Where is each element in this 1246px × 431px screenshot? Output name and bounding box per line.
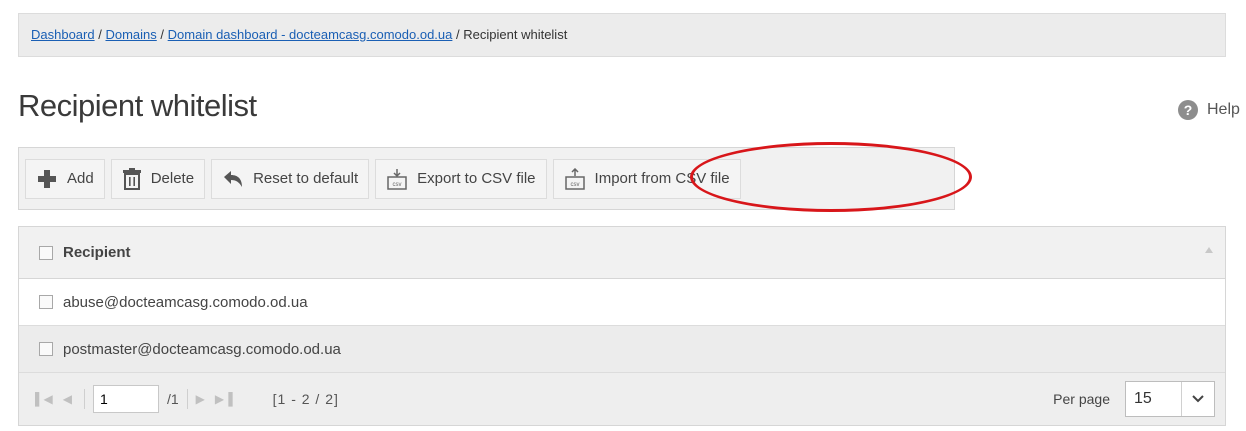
first-page-icon[interactable]: ▌◀ — [35, 392, 53, 406]
divider — [83, 389, 85, 409]
recipient-table: Recipient abuse@docteamcasg.comodo.od.ua… — [18, 226, 1226, 426]
undo-icon — [222, 169, 244, 189]
reset-label: Reset to default — [253, 170, 359, 187]
delete-label: Delete — [150, 170, 195, 187]
table-header: Recipient — [19, 227, 1225, 279]
sort-arrow-icon[interactable] — [1205, 247, 1213, 253]
breadcrumb: Dashboard / Domains / Domain dashboard -… — [18, 13, 1226, 57]
next-page-icon[interactable]: ▶ — [196, 392, 205, 406]
csv-export-icon: csv — [386, 168, 408, 190]
total-pages: /1 — [166, 391, 179, 407]
csv-import-icon: csv — [564, 167, 586, 190]
help-button[interactable]: ? Help — [1178, 100, 1240, 120]
help-icon: ? — [1178, 100, 1198, 120]
per-page-select[interactable]: 15 — [1125, 381, 1215, 417]
breadcrumb-separator: / — [98, 27, 102, 42]
prev-page-icon[interactable]: ◀ — [63, 392, 72, 406]
pagination-bar: ▌◀ ◀ /1 ▶ ▶▐ [1 - 2 / 2] Per page 15 — [19, 373, 1225, 425]
plus-icon — [36, 168, 58, 190]
row-checkbox[interactable] — [39, 342, 53, 356]
toolbar: Add Delete Reset to default csv Export t… — [18, 147, 955, 210]
last-page-icon[interactable]: ▶▐ — [215, 392, 233, 406]
page-title: Recipient whitelist — [18, 88, 257, 123]
import-label: Import from CSV file — [594, 170, 730, 187]
trash-icon — [122, 167, 142, 190]
recipient-cell: abuse@docteamcasg.comodo.od.ua — [63, 293, 308, 311]
row-checkbox[interactable] — [39, 295, 53, 309]
page-number-input[interactable] — [92, 385, 159, 413]
breadcrumb-separator: / — [456, 27, 460, 42]
svg-text:csv: csv — [570, 182, 579, 188]
per-page-label: Per page — [1053, 391, 1110, 407]
column-header-recipient[interactable]: Recipient — [63, 244, 131, 261]
export-label: Export to CSV file — [417, 170, 536, 187]
breadcrumb-link-domains[interactable]: Domains — [105, 27, 156, 42]
add-button[interactable]: Add — [25, 158, 105, 199]
record-range: [1 - 2 / 2] — [272, 391, 339, 407]
breadcrumb-link-domain-dashboard[interactable]: Domain dashboard - docteamcasg.comodo.od… — [168, 27, 453, 42]
recipient-cell: postmaster@docteamcasg.comodo.od.ua — [63, 340, 341, 358]
breadcrumb-link-dashboard[interactable]: Dashboard — [31, 27, 95, 42]
help-label: Help — [1207, 101, 1240, 118]
delete-button[interactable]: Delete — [110, 158, 206, 199]
divider — [186, 389, 188, 409]
breadcrumb-separator: / — [160, 27, 165, 42]
reset-to-default-button[interactable]: Reset to default — [211, 158, 370, 199]
select-all-checkbox[interactable] — [39, 245, 53, 260]
breadcrumb-current: Recipient whitelist — [463, 27, 568, 42]
per-page-value: 15 — [1134, 390, 1152, 407]
table-row[interactable]: abuse@docteamcasg.comodo.od.ua — [19, 279, 1225, 326]
export-csv-button[interactable]: csv Export to CSV file — [375, 158, 547, 199]
add-label: Add — [67, 170, 94, 187]
table-row[interactable]: postmaster@docteamcasg.comodo.od.ua — [19, 326, 1225, 373]
svg-text:csv: csv — [393, 182, 402, 188]
import-csv-button[interactable]: csv Import from CSV file — [552, 158, 741, 199]
chevron-down-icon[interactable] — [1181, 382, 1214, 416]
